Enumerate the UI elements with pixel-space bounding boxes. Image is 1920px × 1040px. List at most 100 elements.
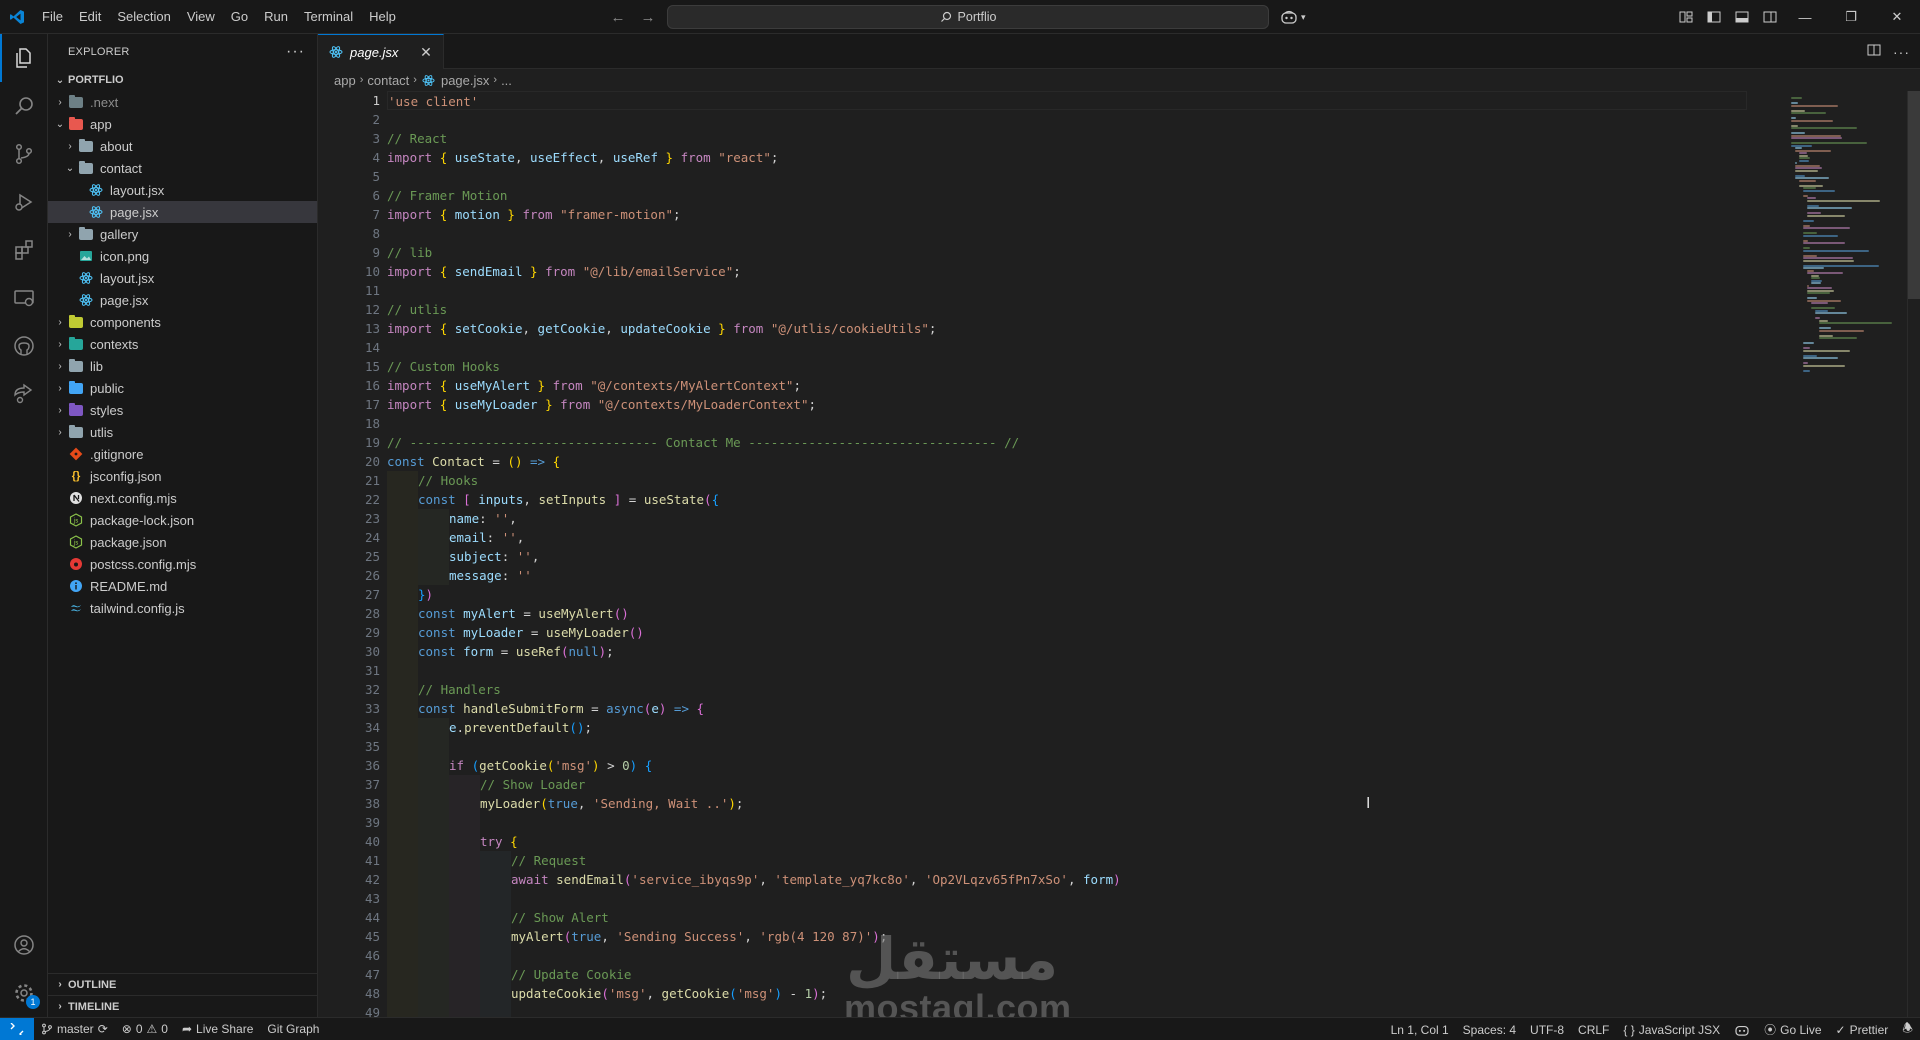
prettier-status[interactable]: ✓ Prettier (1829, 1018, 1896, 1040)
code-line[interactable]: // Hooks (387, 471, 1747, 490)
project-section-header[interactable]: ⌄ PORTFLIO (48, 69, 317, 91)
folder-contact[interactable]: ⌄ contact (48, 157, 317, 179)
forward-arrow-icon[interactable]: → (636, 5, 660, 29)
folder-components[interactable]: › components (48, 311, 317, 333)
run-debug-icon[interactable] (0, 178, 48, 226)
notifications-status[interactable]: 🕭 (1895, 1018, 1920, 1040)
explorer-icon[interactable] (0, 34, 48, 82)
code-line[interactable]: import { motion } from "framer-motion"; (387, 205, 1747, 224)
minimap[interactable] (1787, 91, 1907, 1017)
code-line[interactable]: // Show Loader (387, 775, 1747, 794)
git-graph-status[interactable]: Git Graph (260, 1018, 326, 1040)
folder-next[interactable]: › .next (48, 91, 317, 113)
code-line[interactable]: 'use client' (387, 91, 1747, 110)
toggle-primary-sidebar-icon[interactable] (1704, 7, 1724, 27)
copilot-button[interactable]: ▾ (1280, 5, 1306, 29)
folder-about[interactable]: › about (48, 135, 317, 157)
code-line[interactable] (387, 889, 1747, 908)
customize-layout-icon[interactable] (1676, 7, 1696, 27)
code-line[interactable] (387, 737, 1747, 756)
outline-section-header[interactable]: › OUTLINE (48, 973, 318, 995)
code-line[interactable] (387, 813, 1747, 832)
code-line[interactable]: import { useMyLoader } from "@/contexts/… (387, 395, 1747, 414)
code-line[interactable]: const Contact = () => { (387, 452, 1747, 471)
minimize-window-button[interactable]: — (1782, 0, 1828, 34)
folder-contexts[interactable]: › contexts (48, 333, 317, 355)
file-icon-png[interactable]: icon.png (48, 245, 317, 267)
remote-indicator-button[interactable] (0, 1017, 34, 1040)
code-line[interactable] (387, 414, 1747, 433)
close-icon[interactable]: ✕ (417, 43, 435, 61)
code-line[interactable]: }) (387, 585, 1747, 604)
code-line[interactable] (387, 338, 1747, 357)
file-package-json[interactable]: js package.json (48, 531, 317, 553)
close-window-button[interactable]: ✕ (1874, 0, 1920, 34)
file-gitignore[interactable]: .gitignore (48, 443, 317, 465)
toggle-panel-icon[interactable] (1732, 7, 1752, 27)
accounts-icon[interactable] (0, 921, 48, 969)
file-readme-md[interactable]: README.md (48, 575, 317, 597)
github-icon[interactable] (0, 322, 48, 370)
code-line[interactable]: myLoader(true, 'Sending, Wait ..'); (387, 794, 1747, 813)
menu-selection[interactable]: Selection (109, 5, 178, 29)
code-line[interactable]: import { useState, useEffect, useRef } f… (387, 148, 1747, 167)
code-line[interactable] (387, 661, 1747, 680)
code-line[interactable]: name: '', (387, 509, 1747, 528)
menu-file[interactable]: File (34, 5, 71, 29)
live-share-status[interactable]: ➦ Live Share (175, 1018, 260, 1040)
code-line[interactable]: try { (387, 832, 1747, 851)
sync-icon[interactable]: ⟳ (98, 1022, 108, 1036)
breadcrumb-file[interactable]: page.jsx (441, 73, 489, 88)
breadcrumb-contact[interactable]: contact (367, 73, 409, 88)
menu-edit[interactable]: Edit (71, 5, 109, 29)
eol-status[interactable]: CRLF (1571, 1018, 1616, 1040)
problems-status[interactable]: ⊗ 0 ⚠ 0 (115, 1018, 175, 1040)
code-line[interactable]: e.preventDefault(); (387, 718, 1747, 737)
file-postcss-config-mjs[interactable]: postcss.config.mjs (48, 553, 317, 575)
extensions-icon[interactable] (0, 226, 48, 274)
timeline-section-header[interactable]: › TIMELINE (48, 995, 318, 1017)
encoding-status[interactable]: UTF-8 (1523, 1018, 1571, 1040)
split-editor-icon[interactable] (1867, 43, 1881, 60)
file-layout-jsx[interactable]: layout.jsx (48, 267, 317, 289)
folder-gallery[interactable]: › gallery (48, 223, 317, 245)
code-line[interactable]: // --------------------------------- Con… (387, 433, 1747, 452)
code-line[interactable]: // React (387, 129, 1747, 148)
file-page-jsx[interactable]: page.jsx (48, 289, 317, 311)
remote-explorer-icon[interactable] (0, 274, 48, 322)
command-center-search[interactable]: Portflio (667, 5, 1269, 29)
file-tailwind-config-js[interactable]: tailwind.config.js (48, 597, 317, 619)
code-line[interactable]: // utlis (387, 300, 1747, 319)
code-line[interactable]: import { useMyAlert } from "@/contexts/M… (387, 376, 1747, 395)
folder-app[interactable]: ⌄ app (48, 113, 317, 135)
code-line[interactable]: const myAlert = useMyAlert() (387, 604, 1747, 623)
live-share-icon[interactable] (0, 370, 48, 418)
file-next-config-mjs[interactable]: next.config.mjs (48, 487, 317, 509)
editor-scrollbar[interactable] (1907, 91, 1920, 1017)
code-line[interactable]: const myLoader = useMyLoader() (387, 623, 1747, 642)
copilot-status[interactable] (1727, 1018, 1757, 1040)
code-line[interactable]: email: '', (387, 528, 1747, 547)
folder-utlis[interactable]: › utlis (48, 421, 317, 443)
language-status[interactable]: { } JavaScript JSX (1616, 1018, 1727, 1040)
folder-public[interactable]: › public (48, 377, 317, 399)
code-line[interactable]: import { sendEmail } from "@/lib/emailSe… (387, 262, 1747, 281)
file-page-jsx[interactable]: page.jsx (48, 201, 317, 223)
indentation-status[interactable]: Spaces: 4 (1456, 1018, 1523, 1040)
menu-run[interactable]: Run (256, 5, 296, 29)
restore-window-button[interactable]: ❐ (1828, 0, 1874, 34)
code-editor[interactable]: 1 2 3 4 5 6 7 8 9 10 11 12 13 14 15 16 17 18 19 20 21 22 23 24 2… (318, 91, 1920, 1017)
back-arrow-icon[interactable]: ← (606, 5, 630, 29)
menu-terminal[interactable]: Terminal (296, 5, 361, 29)
code-line[interactable] (387, 110, 1747, 129)
folder-styles[interactable]: › styles (48, 399, 317, 421)
code-line[interactable]: subject: '', (387, 547, 1747, 566)
cursor-position-status[interactable]: Ln 1, Col 1 (1384, 1018, 1456, 1040)
code-content[interactable]: 'use client' // React import { useState, u… (387, 91, 1747, 1017)
source-control-icon[interactable] (0, 130, 48, 178)
code-line[interactable]: const form = useRef(null); (387, 642, 1747, 661)
tab-page-jsx[interactable]: page.jsx ✕ (318, 34, 444, 69)
file-package-lock-json[interactable]: js package-lock.json (48, 509, 317, 531)
code-line[interactable]: await sendEmail('service_ibyqs9p', 'temp… (387, 870, 1747, 889)
menu-help[interactable]: Help (361, 5, 404, 29)
